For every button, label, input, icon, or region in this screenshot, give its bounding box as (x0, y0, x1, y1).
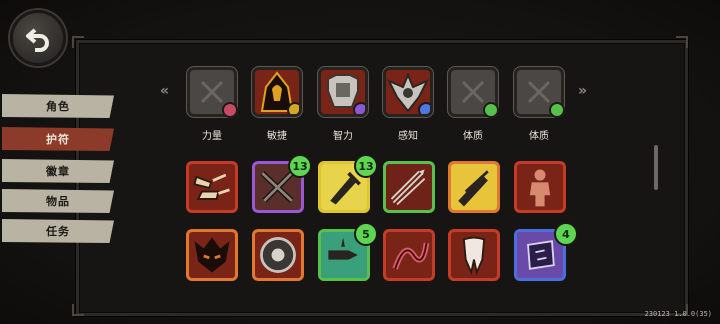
panel-corner (676, 36, 688, 48)
claw-hands-icon (193, 173, 230, 200)
arrow-bundle-icon (390, 169, 426, 206)
tab-badges[interactable]: 徽章 (2, 159, 114, 183)
fang-icon (462, 236, 486, 276)
slot-label: 体质 (529, 131, 549, 142)
empty-slot-x-icon (200, 80, 224, 104)
slot-label: 体质 (463, 131, 483, 142)
panel-corner (72, 304, 84, 316)
slot-label: 力量 (202, 131, 222, 142)
tab-label: 角色 (46, 100, 70, 113)
slot-label: 敏捷 (267, 131, 287, 142)
ward-medallion-icon (260, 237, 296, 273)
tab-label: 徽章 (46, 165, 70, 178)
equip-slot-perception[interactable] (383, 67, 433, 117)
version-label: 230123 1.0.0(35) (644, 310, 712, 318)
demon-mask-icon (194, 237, 230, 273)
equip-slot-constitution[interactable] (448, 67, 499, 118)
humanoid-figure-icon (529, 169, 551, 207)
count-badge: 13 (354, 154, 378, 178)
empty-slot-x-icon (527, 80, 551, 104)
back-button[interactable] (10, 10, 66, 66)
panel-corner (72, 36, 84, 48)
tab-character[interactable]: 角色 (2, 94, 114, 118)
stat-badge-icon (549, 102, 565, 118)
equip-slot-constitution[interactable] (514, 67, 565, 118)
scroll-right-icon[interactable]: » (578, 83, 587, 99)
relic-claw-hands[interactable] (186, 161, 238, 213)
stat-badge-icon (287, 102, 299, 114)
slot-label: 感知 (398, 131, 418, 142)
twin-daggers-icon (451, 164, 497, 210)
equip-slot-agility[interactable] (252, 67, 302, 117)
tab-label: 物品 (46, 195, 70, 208)
equip-slot-strength[interactable] (187, 67, 238, 118)
stat-badge-icon (483, 102, 499, 118)
stat-badge-icon (222, 102, 238, 118)
scrollbar[interactable] (654, 145, 658, 190)
relic-demon-mask[interactable] (186, 229, 238, 281)
count-badge: 13 (288, 154, 312, 178)
relic-fang[interactable] (448, 229, 500, 281)
relic-twin-daggers[interactable] (448, 161, 500, 213)
count-badge: 5 (354, 222, 378, 246)
stat-badge-icon (418, 102, 430, 114)
tentacle-icon (392, 242, 430, 270)
count-badge: 4 (554, 222, 578, 246)
relic-panel (76, 40, 688, 316)
back-arrow-icon (26, 28, 49, 52)
tab-label: 护符 (46, 133, 70, 146)
relic-humanoid-figure[interactable] (514, 161, 566, 213)
stat-badge-icon (353, 102, 365, 114)
tab-items[interactable]: 物品 (2, 189, 114, 213)
tab-quests[interactable]: 任务 (2, 219, 114, 243)
scroll-left-icon[interactable]: « (160, 83, 169, 99)
relic-arrow-bundle[interactable] (383, 161, 435, 213)
relic-ward-medallion[interactable] (252, 229, 304, 281)
tab-label: 任务 (46, 225, 70, 238)
tab-charms[interactable]: 护符 (2, 127, 114, 151)
empty-slot-x-icon (461, 80, 485, 104)
relic-tentacle[interactable] (383, 229, 435, 281)
slot-label: 智力 (333, 131, 353, 142)
equip-slot-intellect[interactable] (318, 67, 368, 117)
